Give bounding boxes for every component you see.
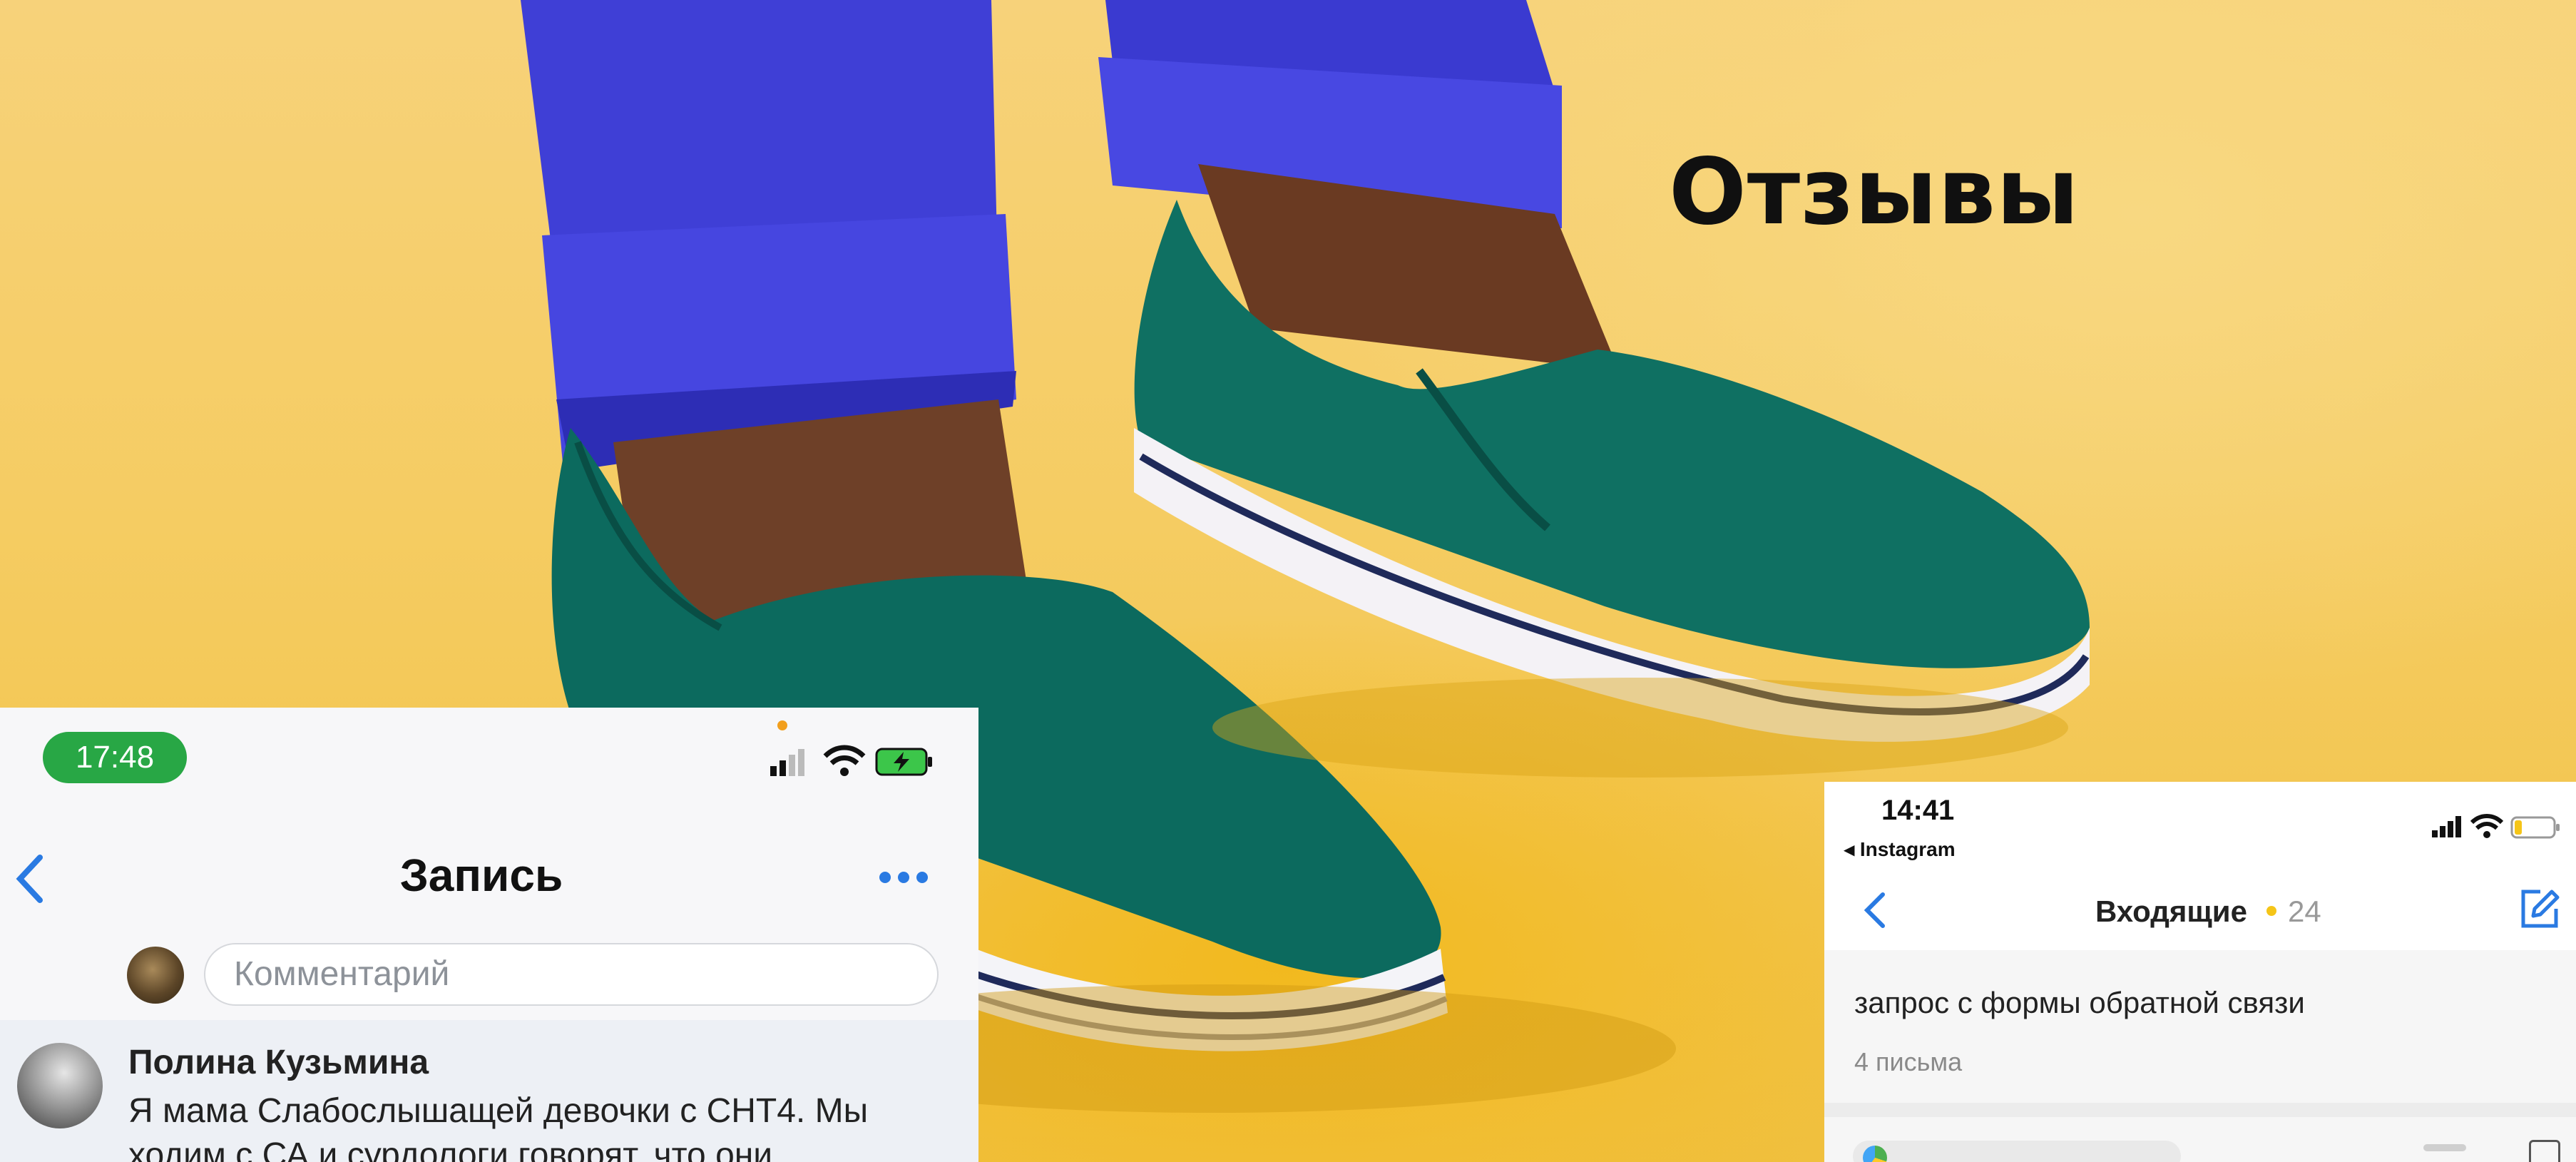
status-time: 17:48 (43, 732, 187, 783)
nav-title: Запись (399, 850, 563, 901)
inbox-title: Входящие (2095, 895, 2247, 928)
thread-letter-count: 4 письма (1854, 1047, 1963, 1076)
battery-charging-icon (875, 748, 932, 776)
battery-icon (2510, 816, 2560, 839)
avatar (127, 947, 184, 1004)
wifi-icon (823, 745, 866, 776)
mail-inbox-screenshot: 14:41 ◂ Instagram Входящие 24 запрос с ф… (1824, 782, 2576, 1162)
post-author-name[interactable]: Полина Кузьмина (128, 1043, 429, 1082)
vk-post-screenshot: 17:48 Запись Комментарий Полина Кузьмина… (0, 708, 978, 1162)
thread-subject[interactable]: запрос с формы обратной связи (1854, 986, 2305, 1020)
message-meta (2423, 1144, 2466, 1151)
divider (1824, 1103, 2576, 1117)
status-time: 14:41 (1881, 795, 1955, 826)
signal-icon (2432, 816, 2461, 837)
privacy-dot (777, 720, 787, 730)
back-to-app-link[interactable]: ◂ Instagram (1844, 837, 1956, 861)
unread-dot (2266, 906, 2276, 916)
comment-placeholder: Комментарий (234, 955, 450, 993)
attachment-icon[interactable] (2529, 1140, 2560, 1162)
wifi-icon (2470, 814, 2504, 838)
signal-icon (770, 749, 804, 776)
sender-chip[interactable] (1853, 1141, 2181, 1162)
comment-input[interactable]: Комментарий (204, 943, 939, 1006)
page-title: Отзывы (1669, 139, 2080, 245)
more-dots-icon[interactable] (877, 868, 930, 887)
unread-count: 24 (2288, 895, 2321, 928)
status-icons (767, 743, 938, 779)
status-icons (2432, 814, 2560, 839)
post-author-avatar[interactable] (17, 1043, 103, 1128)
compose-icon[interactable] (2516, 886, 2562, 932)
post-text: Я мама Слабослышащей девочки с СНТ4. Мы … (128, 1092, 869, 1162)
back-chevron-icon[interactable] (1860, 889, 1888, 932)
